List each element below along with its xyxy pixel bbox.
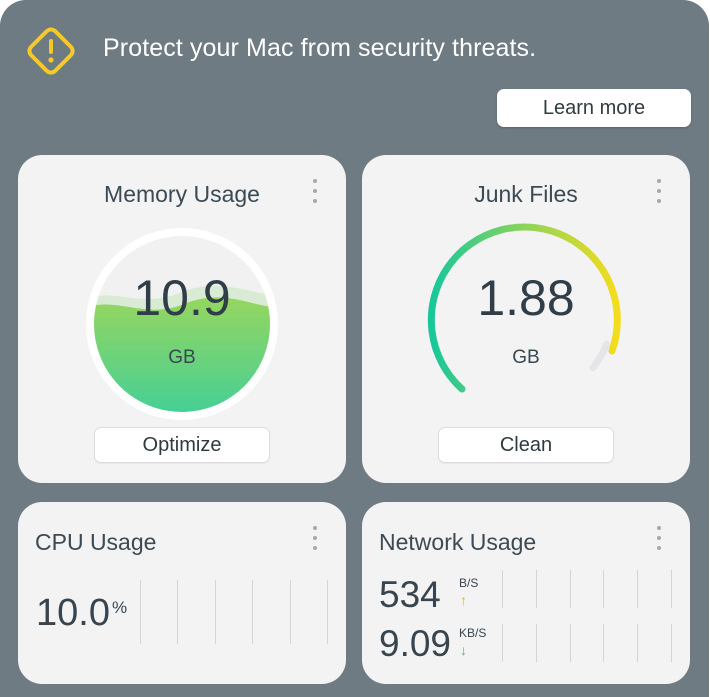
junk-files-card: Junk Files 1.88 GB Clean	[362, 155, 690, 483]
download-arrow-icon: ↓	[460, 642, 467, 658]
clean-button[interactable]: Clean	[438, 427, 614, 463]
junk-more-options-icon[interactable]	[655, 179, 663, 203]
dashboard-panel: Protect your Mac from security threats. …	[0, 0, 709, 697]
download-graph	[502, 624, 672, 662]
network-more-options-icon[interactable]	[655, 526, 663, 550]
cpu-value: 10.0	[36, 592, 110, 634]
memory-usage-card: Memory Usage 10.9 GB Optimize	[18, 155, 346, 483]
junk-files-value: 1.88	[477, 270, 575, 326]
upload-unit: B/S	[459, 576, 479, 590]
junk-files-unit: GB	[512, 347, 540, 368]
upload-arrow-icon: ↑	[460, 592, 467, 608]
memory-usage-title: Memory Usage	[104, 181, 260, 207]
junk-files-title: Junk Files	[474, 181, 578, 207]
cpu-more-options-icon[interactable]	[311, 526, 319, 550]
warning-icon	[27, 27, 75, 75]
learn-more-button[interactable]: Learn more	[497, 89, 691, 127]
upload-value: 534	[379, 574, 441, 615]
cpu-usage-title: CPU Usage	[35, 529, 157, 555]
download-value: 9.09	[379, 623, 452, 664]
network-usage-card: Network Usage 534 B/S ↑ 9.09 KB/S ↓	[362, 502, 690, 684]
cpu-usage-card: CPU Usage 10.0 %	[18, 502, 346, 684]
download-unit: KB/S	[459, 626, 487, 640]
banner-message: Protect your Mac from security threats.	[103, 34, 537, 62]
upload-graph	[502, 570, 672, 608]
memory-more-options-icon[interactable]	[311, 179, 319, 203]
network-usage-title: Network Usage	[379, 529, 537, 555]
memory-unit: GB	[168, 347, 196, 368]
optimize-button[interactable]: Optimize	[94, 427, 270, 463]
memory-value: 10.9	[133, 270, 231, 326]
cpu-usage-graph	[140, 580, 329, 644]
cpu-unit: %	[112, 598, 128, 617]
